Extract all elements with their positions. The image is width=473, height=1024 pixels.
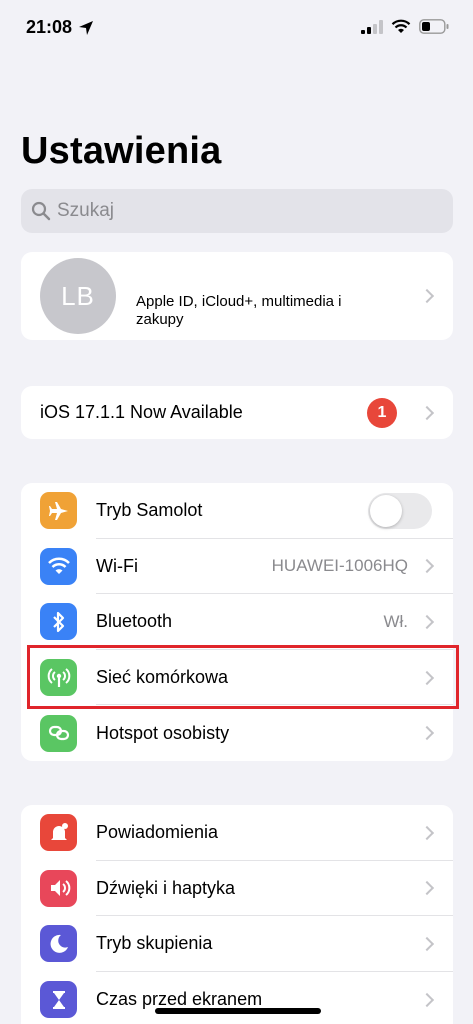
moon-icon [40,925,77,963]
row-label: Dźwięki i haptyka [96,877,236,898]
chevron-right-icon [419,992,435,1007]
row-label: Bluetooth [96,611,173,632]
notifications-group: Powiadomienia Dźwięki i haptyka Tryb sku… [21,805,453,1024]
time-label: 21:08 [26,17,73,37]
chevron-right-icon [419,825,435,840]
cellular-signal-icon [361,19,383,34]
bell-icon [40,814,77,852]
row-label: Hotspot osobisty [96,722,230,743]
row-label: Wi-Fi [96,555,138,576]
search-placeholder: Szukaj [57,200,115,221]
wifi-network-value: HUAWEI-1006HQ [271,556,408,576]
connectivity-group: Tryb Samolot Wi-Fi HUAWEI-1006HQ Bluetoo… [21,483,453,761]
row-label: Czas przed ekranem [96,989,263,1010]
airplane-mode-toggle[interactable] [368,492,432,529]
update-label: iOS 17.1.1 Now Available [40,402,243,422]
page-title: Ustawienia [21,130,222,172]
search-input[interactable]: Szukaj [21,189,453,233]
battery-icon [419,19,449,34]
settings-row-focus[interactable]: Tryb skupienia [21,916,453,972]
home-indicator[interactable] [155,1008,321,1014]
settings-row-bluetooth[interactable]: Bluetooth Wł. [21,594,453,650]
settings-row-hotspot[interactable]: Hotspot osobisty [21,705,453,761]
profile-subtitle: Apple ID, iCloud+, multimedia i zakupy [136,293,342,328]
airplane-icon [40,492,77,530]
chevron-right-icon [419,936,435,952]
settings-row-wifi[interactable]: Wi-Fi HUAWEI-1006HQ [21,539,453,595]
chevron-right-icon [419,559,435,574]
chevron-right-icon [419,614,435,630]
status-indicators [361,19,449,34]
bluetooth-icon [40,603,77,641]
row-label: Tryb skupienia [96,933,213,954]
highlight-box [27,645,459,709]
settings-row-sounds[interactable]: Dźwięki i haptyka [21,861,453,917]
notification-badge: 1 [367,398,397,428]
chevron-right-icon [419,726,435,741]
status-bar: 21:08 [0,0,473,56]
wifi-icon [40,547,77,585]
chevron-right-icon [419,288,435,304]
apple-id-profile[interactable]: LB Apple ID, iCloud+, multimedia i zakup… [21,252,453,340]
chevron-right-icon [419,405,435,420]
location-arrow-icon [79,20,94,35]
search-icon [31,201,51,221]
settings-row-airplane-mode[interactable]: Tryb Samolot [21,483,453,539]
bluetooth-value: Wł. [383,611,408,631]
hourglass-icon [40,981,77,1019]
settings-row-notifications[interactable]: Powiadomienia [21,805,453,861]
row-label: Tryb Samolot [96,500,203,521]
chevron-right-icon [419,881,435,896]
avatar: LB [40,258,116,334]
row-label: Powiadomienia [96,822,219,843]
wifi-icon [391,19,411,33]
hotspot-icon [40,714,77,752]
software-update-row[interactable]: iOS 17.1.1 Now Available 1 [21,386,453,439]
speaker-icon [40,869,77,907]
status-time: 21:08 [26,17,94,38]
settings-row-screen-time[interactable]: Czas przed ekranem [21,972,453,1024]
toggle-knob [370,494,402,527]
